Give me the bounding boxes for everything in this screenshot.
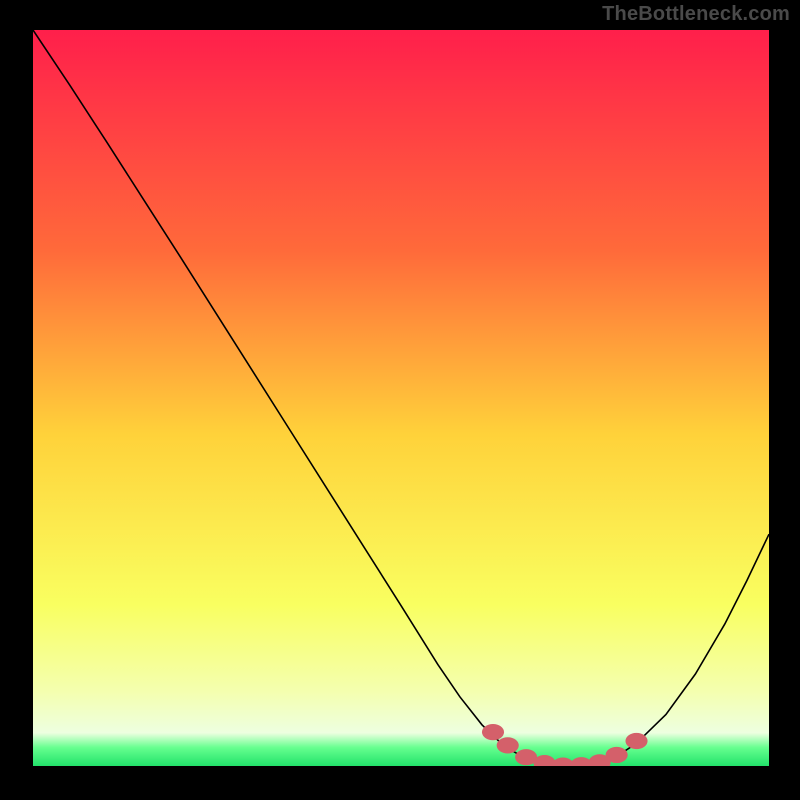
- optimal-dot: [482, 724, 504, 740]
- optimal-dot: [497, 737, 519, 753]
- chart-stage: TheBottleneck.com: [0, 0, 800, 800]
- bottleneck-chart: [33, 30, 769, 766]
- plot-background: [33, 30, 769, 766]
- optimal-dot: [625, 733, 647, 749]
- watermark-text: TheBottleneck.com: [602, 3, 790, 26]
- optimal-dot: [606, 747, 628, 763]
